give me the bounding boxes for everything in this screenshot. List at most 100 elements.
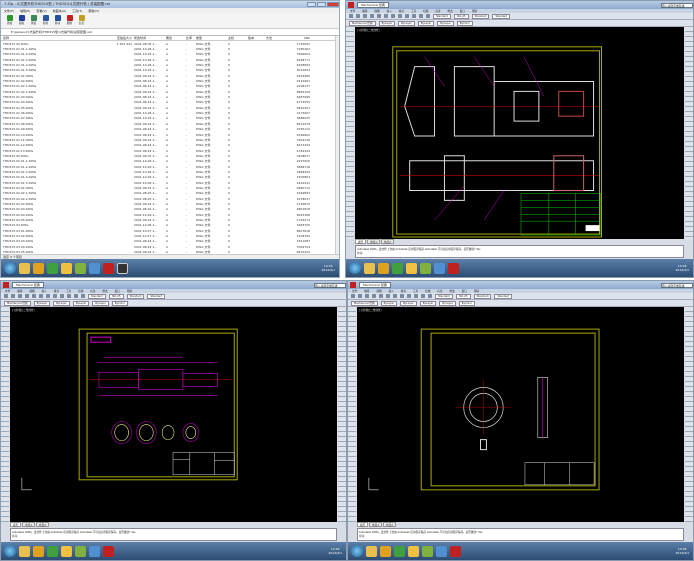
tool-icon[interactable] [379, 294, 383, 298]
table-row[interactable]: THD315.03.03.DWG 2001-08-24 1... A - DWG 文件 0… [1, 239, 339, 244]
layer-name-select[interactable]: ByLayer [380, 300, 398, 306]
tab-2[interactable]: 布局2 [381, 239, 394, 244]
tool-icon[interactable] [391, 14, 395, 18]
table-row[interactable]: THD315.02.01-2.DWG 2001-10-26 1... A - DWG 文… [1, 164, 339, 169]
taskbar-app-icon[interactable] [103, 545, 114, 557]
lineweight-select[interactable]: ByLayer [437, 20, 454, 26]
tool-icon[interactable] [426, 14, 430, 18]
search-input[interactable]: 键入关键字或短语 [314, 282, 346, 288]
table-row[interactable]: THD315.02.DWG 2001-09-03 1... A - DWG 文件 0 320… [1, 153, 339, 158]
taskbar-app-icon[interactable] [420, 262, 431, 274]
tool-icon[interactable] [358, 294, 362, 298]
table-row[interactable]: THD315.01.07.DWG 2001-10-26 1... A - DWG 文件 0… [1, 116, 339, 121]
tool-button-2[interactable]: 测试 [29, 15, 38, 26]
plot-select[interactable]: ByColor [458, 300, 475, 306]
menu-item[interactable]: 帮助 [474, 289, 479, 293]
table-row[interactable]: THD315.02.01-1.DWG 2001-10-26 1... A - DWG 文… [1, 159, 339, 164]
start-button[interactable] [351, 545, 363, 557]
table-row[interactable]: THD315.03.04.DWG 2001-08-24 1... A - DWG 文件 0… [1, 244, 339, 249]
tool-icon[interactable] [393, 294, 397, 298]
tool-button-3[interactable]: 复制 [41, 15, 50, 26]
table-row[interactable]: THD315.03.02.DWG 2001-10-27 1... A - DWG 文件 0… [1, 233, 339, 238]
menu-item[interactable]: 编辑 [364, 289, 369, 293]
style-select[interactable]: Standard [88, 293, 106, 299]
menu-item[interactable]: 插入 [387, 9, 392, 13]
menu-item[interactable]: 编辑 [362, 9, 367, 13]
left-tool-palette[interactable] [346, 27, 354, 239]
menu-item[interactable]: 绘图 [423, 9, 428, 13]
style-select[interactable]: Standard [433, 13, 451, 19]
start-button[interactable] [349, 262, 361, 274]
taskbar-app-icon[interactable] [366, 545, 377, 557]
table-row[interactable]: THD315.02.01-4.DWG 2001-10-26 1... A - DWG 文… [1, 175, 339, 180]
minimize-button[interactable] [307, 2, 316, 7]
command-line[interactable]: Autodesk DWG。此文件上次由 Autodesk 应用程序保存 Auto… [355, 245, 684, 258]
autocad-logo-icon[interactable] [348, 2, 354, 8]
tool-icon[interactable] [400, 294, 404, 298]
plot-select[interactable]: ByColor [456, 20, 473, 26]
address-bar[interactable]: E:\gansou\斗式提升机\THD315型斗式提升机\总装配图.rar\ [1, 29, 339, 36]
taskbar-app-icon[interactable] [378, 262, 389, 274]
style-select[interactable]: Standard [473, 293, 492, 299]
tool-icon[interactable] [18, 294, 22, 298]
tool-icon[interactable] [384, 14, 388, 18]
table-row[interactable]: THD315.03.01.DWG 2001-10-27 1... A - DWG 文件 0… [1, 228, 339, 233]
right-tool-palette[interactable] [685, 27, 693, 239]
table-row[interactable]: THD315.02.03.DWG 2001-08-24 1... A - DWG 文件 0… [1, 207, 339, 212]
tab-1[interactable]: 布局1 [369, 522, 383, 527]
menu-item[interactable]: 工具 [411, 9, 416, 13]
menu-item[interactable]: 文件(F) [4, 9, 14, 13]
tool-icon[interactable] [25, 294, 29, 298]
tool-icon[interactable] [386, 294, 390, 298]
column-header[interactable]: CRC [286, 36, 310, 40]
table-row[interactable]: THD315.01.01-4.DWG 2001-10-26 1... A - DWG 文… [1, 62, 339, 67]
tool-icon[interactable] [372, 294, 376, 298]
layer-select-select[interactable]: Mechanical 经典 [349, 20, 376, 26]
tool-icon[interactable] [349, 14, 353, 18]
tab-1[interactable]: 布局1 [367, 239, 381, 244]
table-row[interactable]: THD315.01.01.DWG 2001-08-24 1... A - DWG 文件 0… [1, 73, 339, 78]
viewport-label[interactable]: [-][俯视][二维线框] [357, 28, 380, 32]
workspace-select[interactable]: Mechanical 经典 [357, 2, 389, 8]
menu-item[interactable]: 视图 [376, 289, 381, 293]
explorer-icon[interactable] [19, 262, 30, 274]
table-row[interactable]: THD315.02.04.DWG 2001-10-26 1... A - DWG 文件 0… [1, 212, 339, 217]
tool-icon[interactable] [377, 14, 381, 18]
menu-item[interactable]: 格式 [54, 289, 59, 293]
table-row[interactable]: THD315.00.DWG 1 451 441 2001-08-05 1... A - D… [1, 41, 339, 46]
table-row[interactable]: THD315.01.13.DWG 2001-08-24 1... A - DWG 文件 0… [1, 148, 339, 153]
tool-icon[interactable] [428, 294, 432, 298]
tool-button-0[interactable]: 添加 [5, 15, 14, 26]
taskbar-app-icon[interactable] [436, 545, 447, 557]
taskbar-app-icon[interactable] [406, 262, 417, 274]
workspace-select[interactable]: Mechanical 经典 [12, 282, 44, 288]
column-header[interactable]: 属性 [166, 36, 186, 40]
menu-item[interactable]: 查看(V) [36, 9, 46, 13]
app-icon[interactable] [75, 262, 86, 274]
tool-icon[interactable] [351, 294, 355, 298]
app-icon[interactable] [89, 262, 100, 274]
style-select[interactable]: ISO-25 [453, 13, 469, 19]
layer-name-select[interactable]: ByLayer [33, 300, 51, 306]
tool-icon[interactable] [356, 14, 360, 18]
tool-icon[interactable] [67, 294, 71, 298]
taskbar-app-icon[interactable] [75, 545, 86, 557]
taskbar-app-icon[interactable] [380, 545, 391, 557]
menu-item[interactable]: 文件 [350, 9, 355, 13]
table-row[interactable]: THD315.02.01-3.DWG 2001-10-26 1... A - DWG 文… [1, 169, 339, 174]
lineweight-select[interactable]: ByLayer [92, 300, 109, 306]
style-select[interactable]: Standard [471, 13, 490, 19]
menu-item[interactable]: 修改 [448, 9, 453, 13]
menu-item[interactable]: 窗口 [462, 289, 467, 293]
style-select[interactable]: Standard [492, 13, 511, 19]
table-row[interactable]: THD315.01.01-2.DWG 2001-10-26 1... A - DWG 文… [1, 52, 339, 57]
tab-0[interactable]: 模型 [357, 522, 369, 527]
taskbar-app-icon[interactable] [33, 545, 44, 557]
menu-item[interactable]: 格式 [401, 289, 406, 293]
menu-item[interactable]: 视图 [374, 9, 379, 13]
tool-icon[interactable] [4, 294, 8, 298]
vertical-scrollbar[interactable] [335, 36, 339, 254]
menu-item[interactable]: 视图 [29, 289, 34, 293]
color-select[interactable]: ByLayer [398, 20, 415, 26]
table-row[interactable]: THD315.01.01-1.DWG 2001-10-26 1... A - DWG 文… [1, 46, 339, 51]
